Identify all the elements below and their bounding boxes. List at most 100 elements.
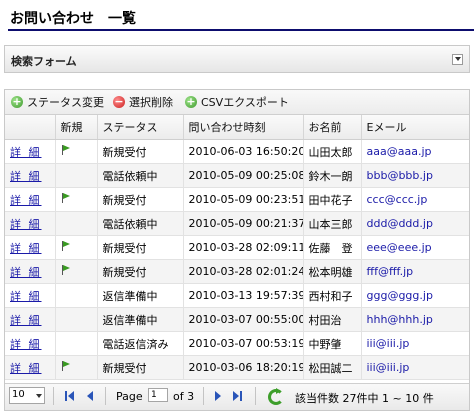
detail-cell: 詳 細 — [5, 187, 56, 212]
header-inquiry-time[interactable]: 問い合わせ時刻 — [183, 115, 304, 140]
detail-cell: 詳 細 — [5, 307, 56, 332]
status-change-button[interactable]: + ステータス変更 — [11, 94, 104, 110]
new-flag-cell — [55, 307, 98, 332]
pager-divider — [105, 387, 106, 405]
table-row[interactable]: 詳 細 電話返信済み 2010-03-07 00:53:19 中野肇 iii@iii.j… — [5, 331, 469, 356]
email-cell: ddd@ddd.jp — [361, 211, 469, 236]
name-cell: 鈴木一朗 — [303, 163, 362, 188]
name-cell: 田中花子 — [303, 187, 362, 212]
email-cell: hhh@hhh.jp — [361, 307, 469, 332]
detail-link[interactable]: 詳 細 — [10, 290, 42, 303]
detail-cell: 詳 細 — [5, 355, 56, 380]
name-cell: 佐藤 登 — [303, 235, 362, 260]
table-row[interactable]: 詳 細 新規受付 2010-03-06 18:20:19 松田誠二 iii@iii.jp — [5, 355, 469, 380]
email-cell: iii@iii.jp — [361, 331, 469, 356]
new-flag-cell — [55, 235, 98, 260]
chevron-down-icon — [36, 394, 42, 398]
email-cell: ggg@ggg.jp — [361, 283, 469, 308]
email-cell: iii@iii.jp — [361, 355, 469, 380]
email-cell: fff@fff.jp — [361, 259, 469, 284]
header-detail[interactable] — [5, 115, 56, 140]
new-flag-cell — [55, 259, 98, 284]
header-new[interactable]: 新規 — [55, 115, 98, 140]
table-row[interactable]: 詳 細 新規受付 2010-03-28 02:01:24 松本明雄 fff@fff.jp — [5, 259, 469, 284]
search-form-panel[interactable]: 検索フォーム — [4, 45, 470, 73]
grid-toolbar: + ステータス変更 − 選択削除 + CSVエクスポート — [5, 90, 469, 115]
name-cell: 山田太郎 — [303, 139, 362, 164]
result-summary: 該当件数 27件中 1 ~ 10 件 — [295, 392, 434, 405]
add-icon: + — [11, 95, 23, 108]
inquiry-time-cell: 2010-03-13 19:57:39 — [183, 283, 304, 308]
header-email[interactable]: Eメール — [361, 115, 469, 140]
detail-cell: 詳 細 — [5, 331, 56, 356]
detail-link[interactable]: 詳 細 — [10, 194, 42, 207]
inquiry-time-cell: 2010-05-09 00:23:51 — [183, 187, 304, 212]
status-cell: 新規受付 — [97, 355, 184, 380]
inquiry-time-cell: 2010-03-28 02:09:11 — [183, 235, 304, 260]
next-page-icon[interactable] — [213, 391, 223, 401]
detail-link[interactable]: 詳 細 — [10, 362, 42, 375]
header-status[interactable]: ステータス — [97, 115, 184, 140]
status-cell: 新規受付 — [97, 259, 184, 284]
table-row[interactable]: 詳 細 新規受付 2010-05-09 00:23:51 田中花子 ccc@ccc.jp — [5, 187, 469, 212]
previous-page-icon[interactable] — [85, 391, 95, 401]
inquiry-time-cell: 2010-03-07 00:55:00 — [183, 307, 304, 332]
search-form-title: 検索フォーム — [11, 55, 77, 68]
email-cell: aaa@aaa.jp — [361, 139, 469, 164]
delete-selected-button[interactable]: − 選択削除 — [113, 94, 173, 110]
new-flag-cell — [55, 187, 98, 212]
page-size-select[interactable]: 10 — [9, 387, 45, 404]
detail-cell: 詳 細 — [5, 163, 56, 188]
table-header-row: 新規 ステータス 問い合わせ時刻 お名前 Eメール — [5, 115, 469, 140]
detail-link[interactable]: 詳 細 — [10, 218, 42, 231]
name-cell: 中野肇 — [303, 331, 362, 356]
csv-export-button[interactable]: + CSVエクスポート — [185, 94, 289, 110]
new-flag-cell — [55, 355, 98, 380]
page-number-input[interactable]: 1 — [148, 388, 168, 402]
detail-cell: 詳 細 — [5, 139, 56, 164]
page-label: Page — [116, 390, 143, 403]
table-row[interactable]: 詳 細 電話依頼中 2010-05-09 00:25:08 鈴木一朗 bbb@bbb.j… — [5, 163, 469, 188]
last-page-icon[interactable] — [233, 391, 243, 401]
status-cell: 電話依頼中 — [97, 211, 184, 236]
collapse-toggle-icon[interactable] — [452, 54, 463, 65]
new-flag-cell — [55, 139, 98, 164]
delete-icon: − — [113, 95, 125, 108]
table-row[interactable]: 詳 細 返信準備中 2010-03-07 00:55:00 村田治 hhh@hhh.jp — [5, 307, 469, 332]
status-cell: 新規受付 — [97, 139, 184, 164]
detail-link[interactable]: 詳 細 — [10, 242, 42, 255]
detail-link[interactable]: 詳 細 — [10, 266, 42, 279]
detail-link[interactable]: 詳 細 — [10, 146, 42, 159]
table-row[interactable]: 詳 細 新規受付 2010-03-28 02:09:11 佐藤 登 eee@eee.jp — [5, 235, 469, 260]
refresh-icon[interactable] — [267, 388, 284, 405]
delete-selected-label: 選択削除 — [129, 96, 173, 109]
new-flag-cell — [55, 331, 98, 356]
first-page-icon[interactable] — [65, 391, 75, 401]
page-size-value: 10 — [12, 389, 25, 400]
csv-export-label: CSVエクスポート — [201, 96, 289, 109]
new-flag-cell — [55, 283, 98, 308]
table-row[interactable]: 詳 細 返信準備中 2010-03-13 19:57:39 西村和子 ggg@ggg.j… — [5, 283, 469, 308]
flag-icon — [61, 241, 71, 251]
detail-cell: 詳 細 — [5, 211, 56, 236]
table-row[interactable]: 詳 細 新規受付 2010-06-03 16:50:20 山田太郎 aaa@aaa.jp — [5, 139, 469, 164]
name-cell: 村田治 — [303, 307, 362, 332]
pagination-bar: 10 Page 1 of 3 該当件数 27件中 1 ~ 10 件 — [5, 383, 469, 410]
detail-cell: 詳 細 — [5, 259, 56, 284]
flag-icon — [61, 265, 71, 275]
status-cell: 電話返信済み — [97, 331, 184, 356]
email-cell: ccc@ccc.jp — [361, 187, 469, 212]
detail-link[interactable]: 詳 細 — [10, 170, 42, 183]
header-name[interactable]: お名前 — [303, 115, 362, 140]
flag-icon — [61, 361, 71, 371]
pager-divider — [53, 387, 54, 405]
new-flag-cell — [55, 163, 98, 188]
detail-link[interactable]: 詳 細 — [10, 314, 42, 327]
status-cell: 返信準備中 — [97, 283, 184, 308]
name-cell: 山本三郎 — [303, 211, 362, 236]
status-change-label: ステータス変更 — [27, 96, 104, 109]
detail-link[interactable]: 詳 細 — [10, 338, 42, 351]
table-row[interactable]: 詳 細 電話依頼中 2010-05-09 00:21:37 山本三郎 ddd@ddd.j… — [5, 211, 469, 236]
inquiry-time-cell: 2010-06-03 16:50:20 — [183, 139, 304, 164]
status-cell: 電話依頼中 — [97, 163, 184, 188]
